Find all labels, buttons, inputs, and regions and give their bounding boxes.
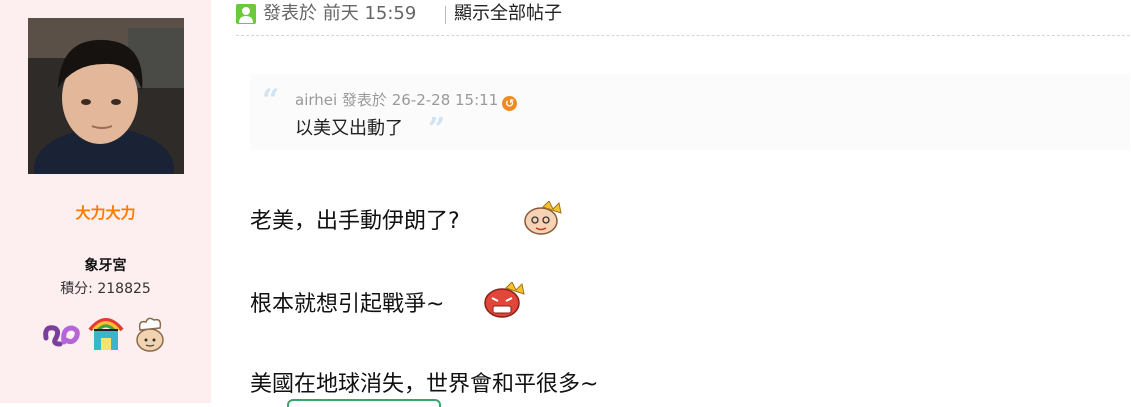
- rainbow-house-medal-icon[interactable]: [88, 314, 124, 356]
- meta-separator: [445, 6, 446, 24]
- chef-medal-icon[interactable]: [132, 314, 168, 356]
- meta-divider: [236, 35, 1130, 36]
- partial-button-edge: [287, 399, 441, 407]
- snake-medal-icon[interactable]: [42, 320, 82, 354]
- user-group[interactable]: 象牙宮: [0, 255, 211, 275]
- post-date: 發表於 前天 15:59: [263, 3, 417, 24]
- post-line-1: 老美，出手動伊朗了?: [250, 209, 460, 234]
- user-points: 積分: 218825: [0, 278, 211, 298]
- online-status-icon: [236, 4, 256, 24]
- quote-meta: airhei 發表於 26-2-28 15:11 ↺: [295, 89, 518, 111]
- post-line-3: 美國在地球消失，世界會和平很多~: [250, 372, 599, 397]
- points-label: 積分:: [60, 281, 98, 297]
- post-line-2: 根本就想引起戰爭~: [250, 292, 445, 317]
- medal-list: [42, 314, 182, 354]
- angry-face-emoji-icon: [482, 281, 528, 324]
- jump-to-post-icon[interactable]: ↺: [502, 96, 518, 111]
- avatar[interactable]: [28, 18, 184, 174]
- dizzy-face-emoji-icon: [521, 200, 567, 241]
- quote-text: 以美又出動了: [295, 118, 403, 139]
- points-value: 218825: [97, 281, 151, 297]
- username[interactable]: 大力大力: [0, 202, 211, 223]
- quote-author-date: airhei 發表於 26-2-28 15:11: [295, 91, 499, 109]
- user-sidebar: 大力大力 象牙宮 積分: 218825: [0, 0, 211, 403]
- close-quote-icon: ”: [428, 112, 446, 147]
- open-quote-icon: “: [262, 83, 280, 118]
- show-all-posts-link[interactable]: 顯示全部帖子: [454, 0, 562, 28]
- post-meta-bar: 發表於 前天 15:59 顯示全部帖子: [236, 0, 1131, 30]
